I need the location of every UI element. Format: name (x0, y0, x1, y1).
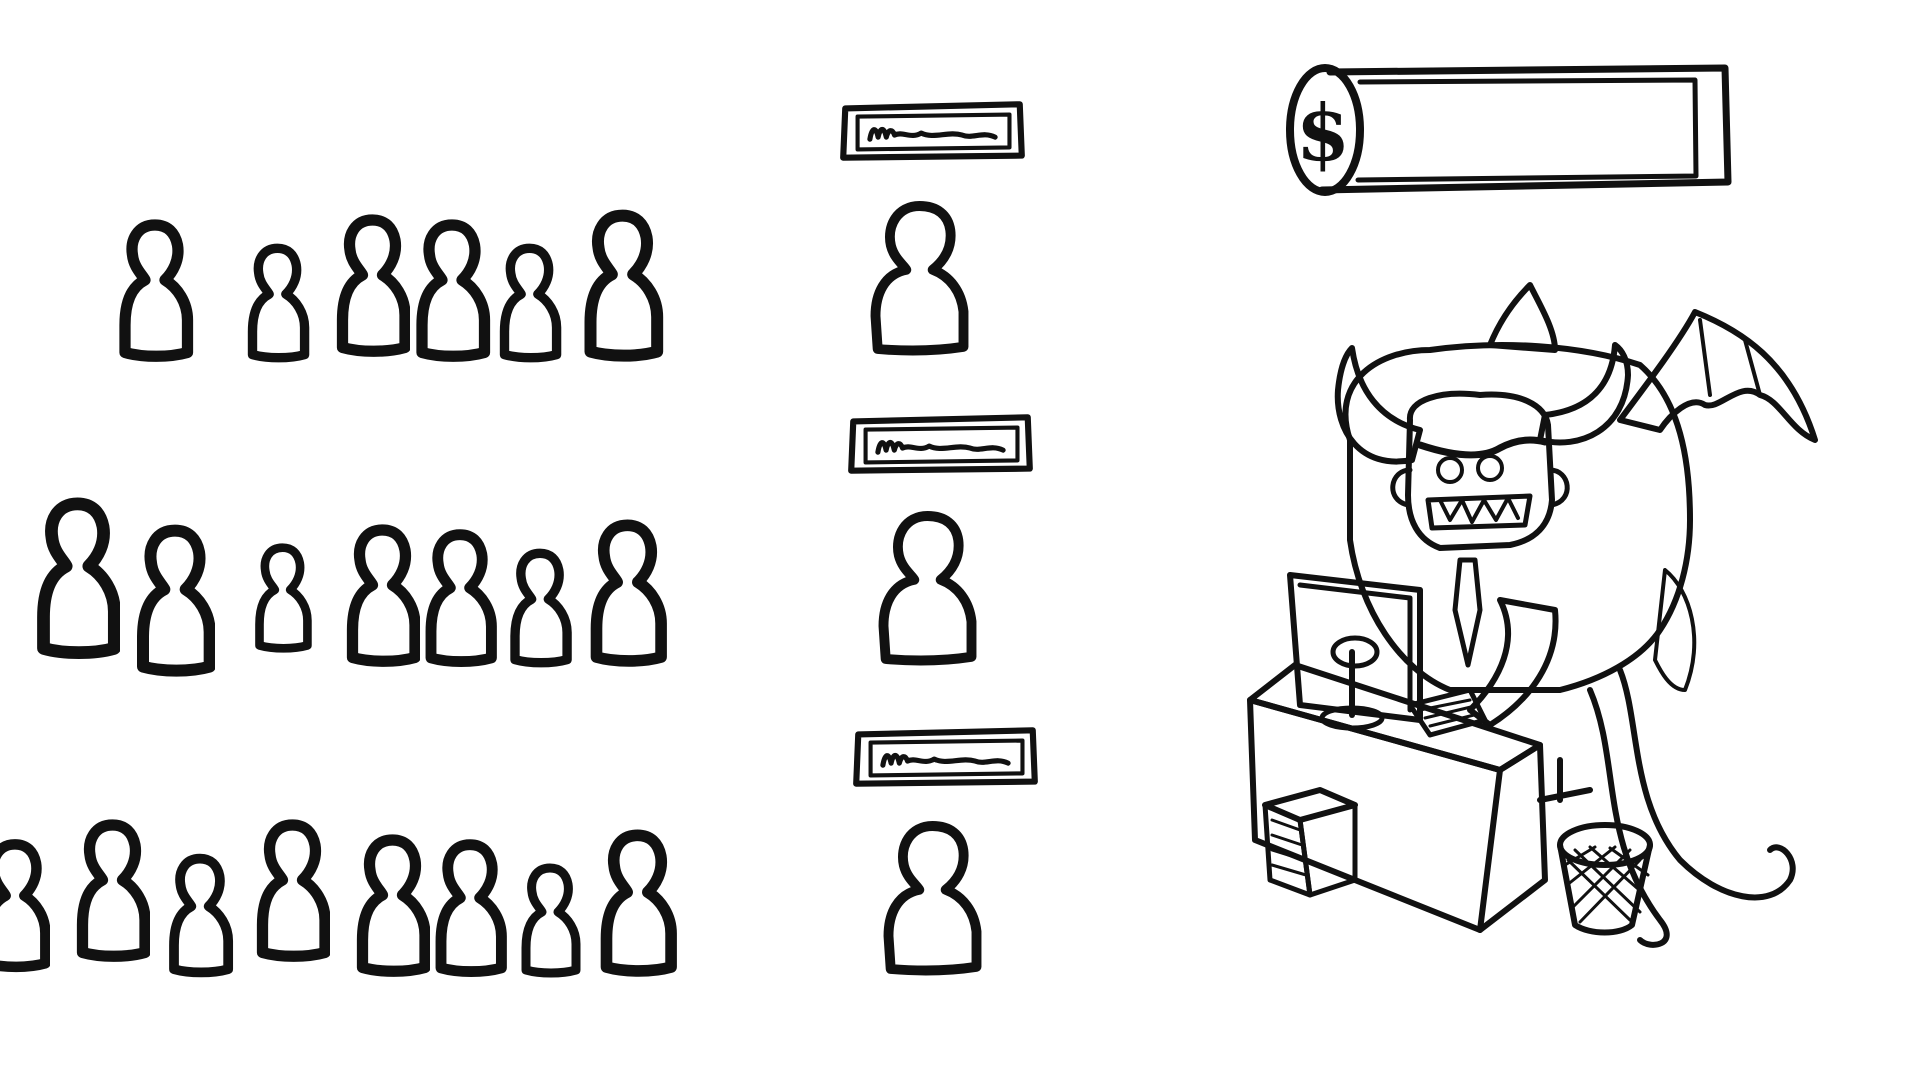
waiting-person (260, 548, 308, 649)
queue-row-3 (0, 825, 671, 973)
teller-person-2 (884, 516, 972, 660)
waiting-person (441, 845, 501, 972)
waiting-person (597, 525, 662, 661)
waiting-person (125, 225, 188, 356)
glasses (1436, 456, 1464, 484)
waiting-person (526, 868, 576, 973)
teller-sign-1 (843, 104, 1022, 157)
wing (1487, 282, 1558, 353)
waiting-person (607, 835, 672, 971)
waiting-person (143, 531, 210, 671)
queue-row-2 (44, 504, 662, 671)
waiting-person (174, 859, 228, 973)
dollar-sign-icon: $ (1296, 88, 1350, 179)
waiting-person (0, 844, 45, 967)
paper-stack (1262, 787, 1358, 898)
waiting-person (431, 535, 491, 662)
teller-sign-2 (851, 417, 1030, 470)
waiting-person (343, 220, 406, 351)
scene-canvas: $ (0, 64, 1818, 1080)
necktie (1452, 557, 1483, 668)
horn (1537, 342, 1631, 446)
waiting-person (44, 504, 115, 653)
queue-row-1 (125, 216, 657, 358)
teller-person-1 (876, 206, 964, 350)
waiting-person (515, 553, 567, 662)
waiting-person (591, 216, 658, 356)
teller-person-3 (889, 826, 977, 970)
waiting-person (253, 248, 305, 357)
waiting-person (363, 840, 426, 971)
teller-sign-3 (856, 730, 1035, 783)
money-meter: $ (1286, 64, 1732, 196)
waiting-person (422, 225, 485, 356)
waiting-person (83, 825, 146, 956)
waiting-person (263, 825, 326, 956)
waiting-person (353, 530, 416, 661)
waiting-person (505, 248, 557, 357)
